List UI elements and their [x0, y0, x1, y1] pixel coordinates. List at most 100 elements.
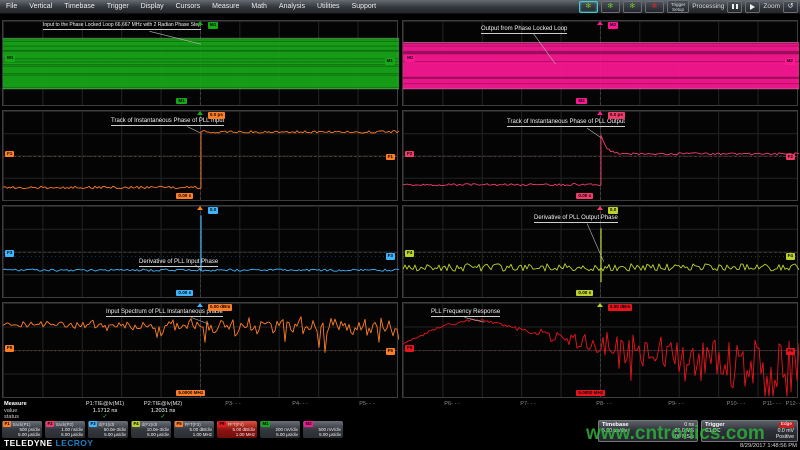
panel-freq-response[interactable]: PLL Frequency ResponseF6F60.00 dBm5.0000…: [402, 302, 798, 398]
F4-top-badge[interactable]: 0.0: [608, 207, 618, 214]
descriptor-M1[interactable]: M1200 mV/div5.00 µs/div: [260, 421, 300, 438]
play-button[interactable]: [745, 1, 760, 13]
descriptor-F1[interactable]: F1track(P1)500 ps/div5.00 µs/div: [2, 421, 42, 438]
trigger-position-marker[interactable]: [197, 21, 203, 25]
measure-column-12[interactable]: P12- - -: [778, 401, 800, 408]
F5-top-badge[interactable]: 0.00 dBm: [208, 304, 232, 311]
measure-column-5[interactable]: P5- - -: [335, 401, 399, 408]
F2-bottom-badge[interactable]: 0.00 s: [576, 193, 593, 200]
measure-column-7[interactable]: P7- - -: [496, 401, 560, 408]
M1-bottom-badge[interactable]: M1: [176, 98, 186, 105]
menu-display[interactable]: Display: [135, 3, 170, 10]
descriptor-F3[interactable]: F3d(F1)/dt50.0e-3/div5.00 µs/div: [88, 421, 128, 438]
panel-spectrum-input[interactable]: Input Spectrum of PLL Instantaneous phas…: [2, 302, 398, 398]
F4-left-badge[interactable]: F4: [405, 250, 414, 257]
trigger-position-marker[interactable]: [197, 303, 203, 307]
menu-utilities[interactable]: Utilities: [311, 3, 346, 10]
F1-bottom-badge[interactable]: 0.00 s: [176, 193, 193, 200]
measure-column-10[interactable]: P10- - -: [719, 401, 753, 408]
watermark: www.cntronics.com: [586, 423, 765, 445]
trigger-position-marker[interactable]: [597, 111, 603, 115]
measure-column-4[interactable]: P4- - -: [268, 401, 332, 408]
trace-tab-F2: F2: [46, 421, 54, 427]
descriptor-M2[interactable]: M2500 mV/div5.00 µs/div: [303, 421, 343, 438]
panel-input-signal[interactable]: Input to the Phase Locked Loop 66.667 MH…: [2, 20, 398, 106]
M1-left-badge[interactable]: M1: [5, 55, 15, 62]
app-shortcut-button-3[interactable]: ✻: [623, 1, 642, 13]
descriptor-F4[interactable]: F4d(F2)/dt10.0e-3/div5.00 µs/div: [131, 421, 171, 438]
F5-left-badge[interactable]: F5: [5, 345, 14, 352]
measure-column-1[interactable]: P1:TIE@lv(M1)1.1712 ns✓: [73, 401, 137, 420]
trace-tab-F4: F4: [132, 421, 140, 427]
menu-measure[interactable]: Measure: [206, 3, 245, 10]
menu-trigger[interactable]: Trigger: [101, 3, 135, 10]
M2-bottom-badge[interactable]: M2: [576, 98, 586, 105]
menu-vertical[interactable]: Vertical: [23, 3, 58, 10]
measure-row-label: Measure: [4, 401, 27, 407]
panel-track-input[interactable]: Track of Instantaneous Phase of PLL Inpu…: [2, 110, 398, 201]
menu-support[interactable]: Support: [346, 3, 383, 10]
menu-file[interactable]: File: [0, 3, 23, 10]
F6-top-badge[interactable]: 0.00 dBm: [608, 304, 632, 311]
M2-right-badge[interactable]: M2: [785, 58, 795, 65]
F1-top-badge[interactable]: 0.0 ps: [208, 112, 225, 119]
F3-top-badge[interactable]: 0.0: [208, 207, 218, 214]
panel-deriv-input[interactable]: Derivative of PLL Input PhaseF3F30.00.00…: [2, 205, 398, 298]
descriptor-F2[interactable]: F2track(P2)1.00 ns/div5.00 µs/div: [45, 421, 85, 438]
F2-right-badge[interactable]: F2: [786, 154, 795, 161]
trigger-position-marker[interactable]: [597, 21, 603, 25]
measure-name: P12- - -: [778, 401, 800, 408]
trace-tab-M2: M2: [304, 421, 313, 427]
menu-timebase[interactable]: Timebase: [58, 3, 100, 10]
F3-right-badge[interactable]: F3: [386, 253, 395, 260]
descriptor-timebase: 5.00 µs/div: [261, 432, 299, 437]
pause-button[interactable]: [727, 1, 742, 13]
descriptor-F5[interactable]: F5FFT(F3)5.00 dB/div1.00 MHz: [174, 421, 214, 438]
descriptor-F6[interactable]: F6FFT(F4)5.00 dB/div1.00 MHz: [217, 421, 257, 438]
menu-analysis[interactable]: Analysis: [273, 3, 311, 10]
F5-bottom-badge[interactable]: 5.0000 MHz: [176, 390, 205, 397]
app-shortcut-button-2[interactable]: ✻: [601, 1, 620, 13]
F2-left-badge[interactable]: F2: [405, 151, 414, 158]
M1-right-badge[interactable]: M1: [385, 58, 395, 65]
measure-column-2[interactable]: P2:TIE@lv(M2)1.2031 ns✓: [131, 401, 195, 420]
F6-left-badge[interactable]: F6: [405, 345, 414, 352]
M2-left-badge[interactable]: M2: [405, 55, 415, 62]
F2-top-badge[interactable]: 0.0 ps: [608, 112, 625, 119]
measure-column-6[interactable]: P6- - -: [420, 401, 484, 408]
trigger-position-marker[interactable]: [197, 111, 203, 115]
teledyne-wordmark: TELEDYNE: [4, 438, 53, 448]
descriptor-title: FFT(F3): [185, 422, 201, 427]
F3-left-badge[interactable]: F3: [5, 250, 14, 257]
trigger-position-marker[interactable]: [597, 303, 603, 307]
F5-right-badge[interactable]: F5: [386, 348, 395, 355]
F6-bottom-badge[interactable]: 5.0000 MHz: [576, 390, 605, 397]
measure-name: P4- - -: [268, 401, 332, 408]
panel-output-signal[interactable]: Output from Phase Locked LoopM2M2M2M2: [402, 20, 798, 106]
menu-math[interactable]: Math: [245, 3, 273, 10]
M2-top-badge[interactable]: M2: [608, 22, 618, 29]
menu-bar: FileVerticalTimebaseTriggerDisplayCursor…: [0, 0, 800, 14]
F6-right-badge[interactable]: F6: [786, 348, 795, 355]
F1-left-badge[interactable]: F1: [5, 151, 14, 158]
M1-top-badge[interactable]: M1: [208, 22, 218, 29]
track-input-annotation: Track of Instantaneous Phase of PLL Inpu…: [111, 118, 224, 126]
F1-right-badge[interactable]: F1: [386, 154, 395, 161]
F4-right-badge[interactable]: F4: [786, 253, 795, 260]
trigger-setup-button[interactable]: Trigger Setup: [667, 0, 689, 13]
measure-status: ✓: [73, 414, 137, 420]
trigger-position-marker[interactable]: [597, 206, 603, 210]
panel-track-output[interactable]: Track of Instantaneous Phase of PLL Outp…: [402, 110, 798, 201]
measure-column-3[interactable]: P3- - -: [201, 401, 265, 408]
app-shortcut-button-1[interactable]: ✻: [579, 1, 598, 13]
F4-bottom-badge[interactable]: 0.00 s: [576, 290, 593, 297]
measure-name: P7- - -: [496, 401, 560, 408]
F3-bottom-badge[interactable]: 0.00 s: [176, 290, 193, 297]
trigger-position-marker[interactable]: [197, 206, 203, 210]
measure-column-9[interactable]: P9- - -: [644, 401, 708, 408]
measure-column-8[interactable]: P8- - -: [572, 401, 636, 408]
menu-cursors[interactable]: Cursors: [170, 3, 207, 10]
undo-button[interactable]: ↺: [783, 1, 798, 13]
app-shortcut-button-4[interactable]: ✻: [645, 1, 664, 13]
panel-deriv-output[interactable]: Derivative of PLL Output PhaseF4F40.00.0…: [402, 205, 798, 298]
